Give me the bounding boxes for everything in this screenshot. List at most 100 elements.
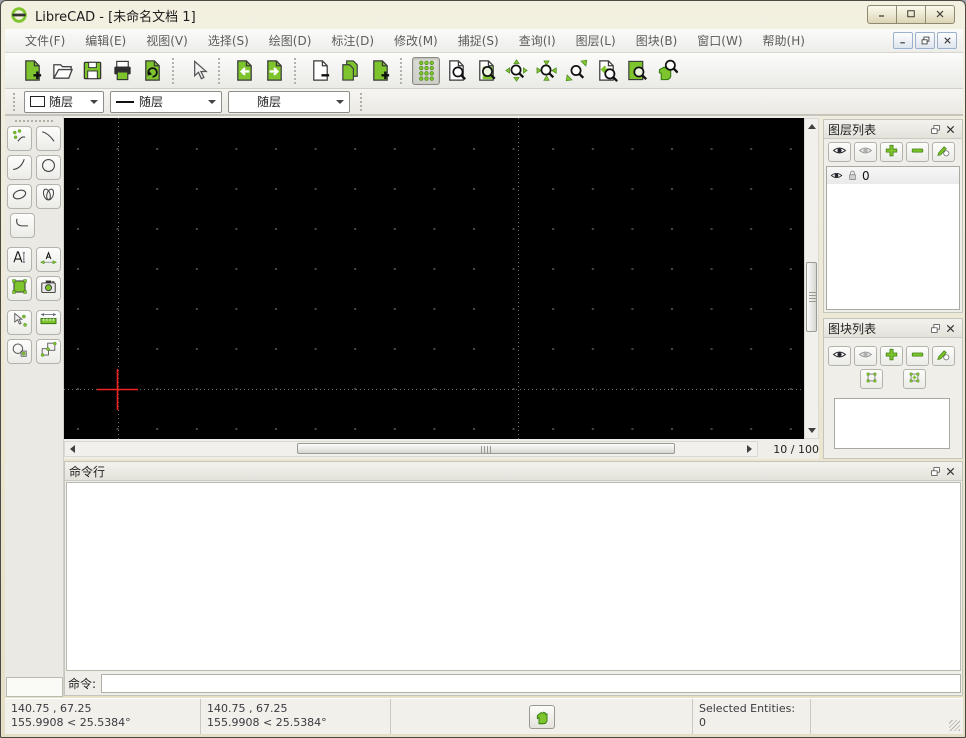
circle-tool-button[interactable] xyxy=(36,155,61,180)
block-panel-titlebar[interactable]: 图块列表 xyxy=(824,319,962,338)
toolbar-handle[interactable] xyxy=(360,93,365,111)
add-layer-button[interactable] xyxy=(880,142,903,162)
dimension-tool-button[interactable] xyxy=(36,247,61,272)
float-panel-icon[interactable] xyxy=(928,321,943,336)
vertical-scroll-thumb[interactable] xyxy=(806,262,817,332)
scroll-left-button[interactable] xyxy=(65,442,79,456)
win-close-button[interactable] xyxy=(925,5,955,24)
print-document-button[interactable] xyxy=(108,57,136,85)
line-width-select[interactable]: 随层 xyxy=(110,91,222,113)
insert-block-button[interactable] xyxy=(903,369,926,389)
measure-tool-button[interactable] xyxy=(36,310,61,335)
vertical-scrollbar[interactable] xyxy=(804,118,819,439)
color-select[interactable]: 随层 xyxy=(24,91,104,113)
layer-visible-eye-icon[interactable] xyxy=(830,169,843,182)
toolbar-handle[interactable] xyxy=(13,93,18,111)
zoom-in-doc-button[interactable] xyxy=(472,57,500,85)
line-type-select[interactable]: 随层 xyxy=(228,91,350,113)
info-tool-button[interactable] xyxy=(7,339,32,364)
grid-toggle-button[interactable] xyxy=(412,57,440,85)
auto-zoom-button[interactable] xyxy=(562,57,590,85)
menu-item-11[interactable]: 窗口(W) xyxy=(687,29,752,52)
hide-all-layers-button[interactable] xyxy=(854,142,877,162)
image-tool-button[interactable] xyxy=(36,276,61,301)
zoom-in-arrows-button[interactable] xyxy=(502,57,530,85)
open-document-button[interactable] xyxy=(48,57,76,85)
zoom-window-button[interactable] xyxy=(622,57,650,85)
zoom-out-arrows-button[interactable] xyxy=(532,57,560,85)
modify-tool-button[interactable] xyxy=(7,310,32,335)
layer-panel-titlebar[interactable]: 图层列表 xyxy=(824,120,962,139)
mdi-restore-button[interactable] xyxy=(915,32,935,49)
redraw-button[interactable] xyxy=(442,57,470,85)
menu-item-0[interactable]: 文件(F) xyxy=(15,29,75,52)
edit-block-button[interactable] xyxy=(932,346,955,366)
command-history[interactable] xyxy=(66,482,961,671)
previous-view-button[interactable] xyxy=(592,57,620,85)
menu-item-9[interactable]: 图层(L) xyxy=(566,29,626,52)
new-window-button[interactable] xyxy=(366,57,394,85)
remove-block-button[interactable] xyxy=(906,346,929,366)
command-panel-titlebar[interactable]: 命令行 xyxy=(65,462,962,481)
scroll-up-button[interactable] xyxy=(805,119,818,133)
print-preview-button[interactable] xyxy=(138,57,166,85)
show-all-blocks-button[interactable] xyxy=(828,346,851,366)
edit-layer-button[interactable] xyxy=(932,142,955,162)
save-document-button[interactable] xyxy=(78,57,106,85)
text-tool-button[interactable] xyxy=(7,247,32,272)
menu-item-8[interactable]: 查询(I) xyxy=(509,29,566,52)
layer-row[interactable]: 0 xyxy=(827,167,959,184)
point-tool-button[interactable] xyxy=(7,126,32,151)
close-panel-icon[interactable] xyxy=(943,464,958,479)
win-minimize-button[interactable] xyxy=(867,5,897,24)
pointer-select-button[interactable] xyxy=(184,57,212,85)
new-document-button[interactable] xyxy=(18,57,46,85)
select-hand-button[interactable] xyxy=(529,705,555,729)
scroll-down-button[interactable] xyxy=(805,424,818,438)
main-toolbar xyxy=(5,53,963,89)
float-panel-icon[interactable] xyxy=(928,122,943,137)
copy-document-button[interactable] xyxy=(336,57,364,85)
menu-item-2[interactable]: 视图(V) xyxy=(136,29,198,52)
menu-item-12[interactable]: 帮助(H) xyxy=(753,29,815,52)
scroll-right-button[interactable] xyxy=(743,442,757,456)
dock-handle[interactable] xyxy=(15,120,53,122)
menu-item-3[interactable]: 选择(S) xyxy=(198,29,259,52)
menu-item-6[interactable]: 修改(M) xyxy=(384,29,448,52)
undo-button[interactable] xyxy=(230,57,258,85)
menu-item-4[interactable]: 绘图(D) xyxy=(259,29,322,52)
drawing-canvas[interactable] xyxy=(64,118,804,439)
menu-item-1[interactable]: 编辑(E) xyxy=(75,29,136,52)
block-list[interactable] xyxy=(834,398,950,449)
close-panel-icon[interactable] xyxy=(943,122,958,137)
horizontal-scrollbar[interactable] xyxy=(64,441,758,457)
close-document-button[interactable] xyxy=(306,57,334,85)
command-input[interactable] xyxy=(101,674,961,693)
layer-lock-icon[interactable] xyxy=(846,169,859,182)
zoom-pan-button[interactable] xyxy=(652,57,680,85)
float-panel-icon[interactable] xyxy=(928,464,943,479)
arc-tool-button[interactable] xyxy=(7,155,32,180)
block-tool-button[interactable] xyxy=(36,339,61,364)
show-all-layers-button[interactable] xyxy=(828,142,851,162)
redo-button[interactable] xyxy=(260,57,288,85)
layer-list[interactable]: 0 xyxy=(826,166,960,310)
menu-item-10[interactable]: 图块(B) xyxy=(626,29,688,52)
polyline-tool-button[interactable] xyxy=(10,213,35,238)
spline-tool-button[interactable] xyxy=(36,184,61,209)
mdi-minimize-button[interactable] xyxy=(893,32,913,49)
win-maximize-button[interactable] xyxy=(896,5,926,24)
title-bar[interactable]: LibreCAD - [未命名文档 1] xyxy=(1,1,965,29)
close-panel-icon[interactable] xyxy=(943,321,958,336)
remove-layer-button[interactable] xyxy=(906,142,929,162)
edit-block-entity-button[interactable] xyxy=(860,369,883,389)
menu-item-5[interactable]: 标注(D) xyxy=(321,29,384,52)
hide-all-blocks-button[interactable] xyxy=(854,346,877,366)
ellipse-tool-button[interactable] xyxy=(7,184,32,209)
add-block-button[interactable] xyxy=(880,346,903,366)
hatch-tool-button[interactable] xyxy=(7,276,32,301)
horizontal-scroll-thumb[interactable] xyxy=(297,443,675,454)
menu-item-7[interactable]: 捕捉(S) xyxy=(448,29,509,52)
mdi-close-button[interactable] xyxy=(937,32,957,49)
line-tool-button[interactable] xyxy=(36,126,61,151)
